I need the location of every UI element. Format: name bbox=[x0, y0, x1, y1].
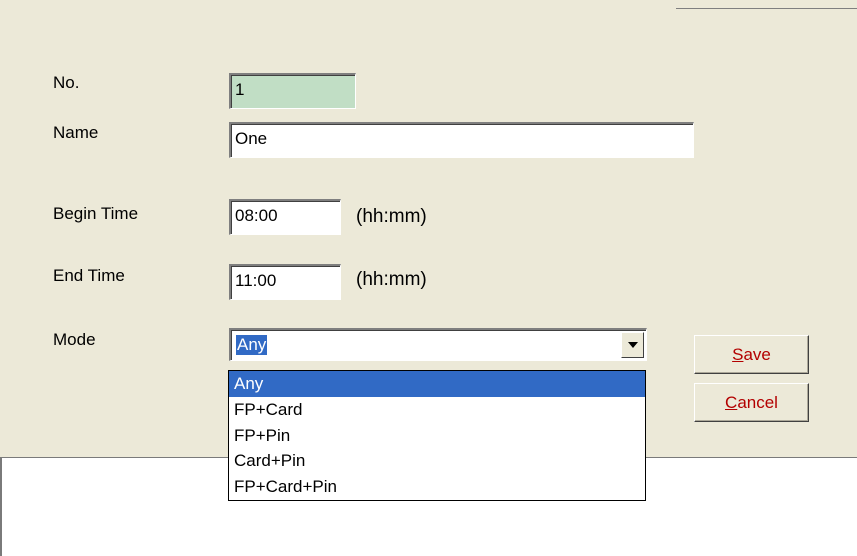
name-label: Name bbox=[53, 123, 99, 142]
cancel-mnemonic: C bbox=[725, 393, 738, 412]
mode-dropdown-button[interactable] bbox=[621, 332, 644, 358]
mode-select-value: Any bbox=[236, 335, 268, 355]
mode-label: Mode bbox=[53, 330, 96, 349]
mode-select[interactable]: Any bbox=[229, 328, 647, 361]
save-label: ave bbox=[743, 345, 771, 364]
begin-time-field[interactable]: 08:00 bbox=[229, 199, 341, 235]
no-label: No. bbox=[53, 73, 80, 92]
mode-option[interactable]: FP+Card+Pin bbox=[229, 474, 645, 500]
cancel-button[interactable]: Cancel bbox=[694, 383, 809, 422]
mode-option[interactable]: FP+Pin bbox=[229, 423, 645, 449]
mode-option[interactable]: Any bbox=[229, 371, 645, 397]
end-time-format-hint: (hh:mm) bbox=[356, 269, 427, 290]
mode-dropdown-list[interactable]: Any FP+Card FP+Pin Card+Pin FP+Card+Pin bbox=[228, 370, 646, 501]
chevron-down-icon bbox=[627, 342, 638, 348]
end-time-field[interactable]: 11:00 bbox=[229, 264, 341, 300]
end-time-label: End Time bbox=[53, 266, 125, 285]
top-divider bbox=[676, 8, 857, 9]
no-field: 1 bbox=[229, 73, 356, 109]
begin-time-label: Begin Time bbox=[53, 204, 139, 223]
name-field[interactable]: One bbox=[229, 122, 694, 158]
save-mnemonic: S bbox=[732, 345, 744, 364]
save-button[interactable]: Save bbox=[694, 335, 809, 374]
mode-option[interactable]: FP+Card bbox=[229, 397, 645, 423]
begin-time-format-hint: (hh:mm) bbox=[356, 206, 427, 227]
mode-option[interactable]: Card+Pin bbox=[229, 448, 645, 474]
cancel-label: ancel bbox=[737, 393, 778, 412]
